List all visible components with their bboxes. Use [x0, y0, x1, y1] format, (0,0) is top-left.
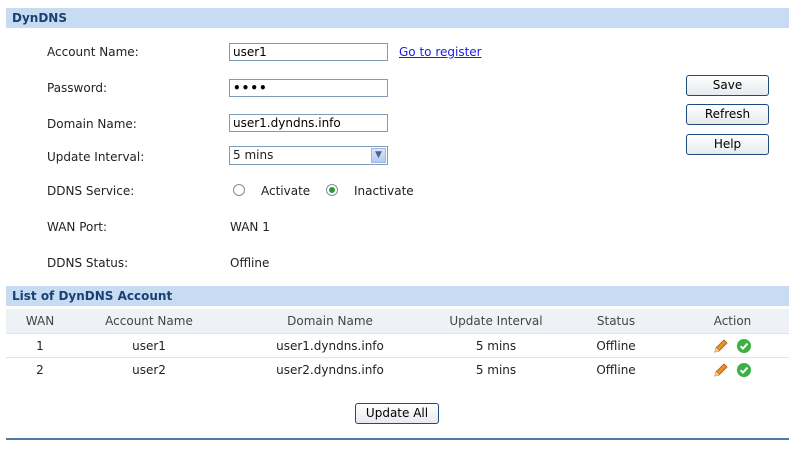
row-action [676, 357, 789, 381]
go-to-register-link[interactable]: Go to register [399, 45, 482, 59]
dyndns-section-header: DynDNS [6, 8, 789, 28]
account-name-label: Account Name: [47, 45, 139, 59]
wan-port-value: WAN 1 [230, 220, 270, 234]
password-label: Password: [47, 81, 108, 95]
column-header-wan: WAN [6, 309, 74, 334]
row-domain-name: user2.dyndns.info [224, 357, 436, 381]
domain-name-input[interactable]: user1.dyndns.info [229, 114, 388, 132]
update-interval-select[interactable]: 5 mins ▼ [229, 146, 388, 165]
column-header-update-interval: Update Interval [436, 309, 556, 334]
ddns-service-label: DDNS Service: [47, 184, 135, 198]
dyndns-account-table: WAN Account Name Domain Name Update Inte… [6, 309, 789, 381]
check-circle-icon[interactable] [736, 338, 752, 354]
activate-radio[interactable] [233, 184, 245, 196]
row-domain-name: user1.dyndns.info [224, 333, 436, 358]
ddns-status-label: DDNS Status: [47, 256, 129, 270]
row-update-interval: 5 mins [436, 357, 556, 381]
save-button[interactable]: Save [686, 75, 769, 96]
update-interval-label: Update Interval: [47, 150, 145, 164]
table-header-row: WAN Account Name Domain Name Update Inte… [6, 309, 789, 334]
inactivate-label: Inactivate [354, 184, 414, 198]
account-name-input[interactable]: user1 [229, 43, 388, 61]
radio-selected-dot [329, 187, 335, 193]
row-update-interval: 5 mins [436, 333, 556, 358]
row-action [676, 333, 789, 358]
column-header-action: Action [676, 309, 789, 334]
wan-port-label: WAN Port: [47, 220, 108, 234]
inactivate-radio[interactable] [326, 184, 338, 196]
activate-label: Activate [261, 184, 311, 198]
row-wan: 1 [6, 333, 74, 358]
update-all-button[interactable]: Update All [355, 403, 439, 424]
pencil-icon[interactable] [713, 338, 729, 354]
help-button[interactable]: Help [686, 134, 769, 155]
bottom-divider [6, 438, 789, 440]
row-status: Offline [556, 333, 676, 358]
check-circle-icon[interactable] [736, 362, 752, 378]
row-account-name: user2 [74, 357, 224, 381]
table-row: 1 user1 user1.dyndns.info 5 mins Offline [6, 333, 789, 358]
password-input[interactable]: •••• [229, 79, 388, 97]
column-header-status: Status [556, 309, 676, 334]
row-wan: 2 [6, 357, 74, 381]
column-header-domain-name: Domain Name [224, 309, 436, 334]
column-header-account-name: Account Name [74, 309, 224, 334]
row-status: Offline [556, 357, 676, 381]
row-account-name: user1 [74, 333, 224, 358]
chevron-down-icon[interactable]: ▼ [371, 148, 386, 163]
ddns-status-value: Offline [230, 256, 270, 270]
update-interval-value: 5 mins [233, 148, 274, 162]
domain-name-label: Domain Name: [47, 117, 137, 131]
refresh-button[interactable]: Refresh [686, 104, 769, 125]
account-list-header: List of DynDNS Account [6, 286, 789, 306]
pencil-icon[interactable] [713, 362, 729, 378]
table-row: 2 user2 user2.dyndns.info 5 mins Offline [6, 357, 789, 381]
